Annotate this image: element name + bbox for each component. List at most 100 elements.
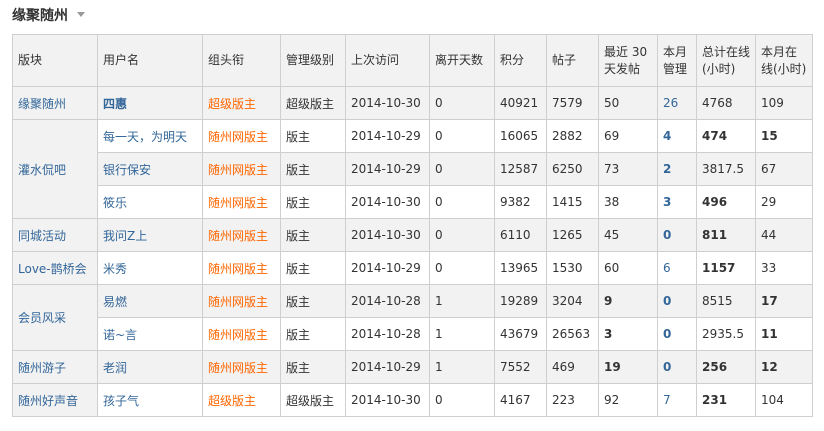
username-link[interactable]: 每一天，为明天 [103,130,187,144]
group-cell: 随州网版主 [202,350,281,384]
group-link[interactable]: 超级版主 [208,394,256,408]
username-link[interactable]: 孩子气 [103,394,139,408]
level-cell: 版主 [280,152,346,186]
points-cell: 4167 [494,383,547,417]
username-link[interactable]: 米秀 [103,262,127,276]
recent30-cell: 19 [598,350,658,384]
last-visit-cell: 2014-10-28 [345,317,430,351]
col-header-posts: 帖子 [546,34,599,87]
table-row: 随州游子 老润 随州网版主 版主 2014-10-29 1 7552 469 1… [12,350,813,384]
total-online-cell: 8515 [696,284,756,318]
username-link[interactable]: 老润 [103,361,127,375]
group-link[interactable]: 随州网版主 [208,196,268,210]
group-link[interactable]: 超级版主 [208,97,256,111]
board-link[interactable]: 会员风采 [18,311,66,325]
col-header-group: 组头衔 [202,34,281,87]
group-cell: 随州网版主 [202,152,281,186]
table-row: 银行保安 随州网版主 版主 2014-10-29 0 12587 6250 73… [13,152,813,186]
col-header-board: 版块 [12,34,98,87]
table-row: 会员风采 易燃 随州网版主 版主 2014-10-28 1 19289 3204… [12,284,813,351]
username-link[interactable]: 银行保安 [103,163,151,177]
board-link[interactable]: Love-鹊桥会 [18,262,87,276]
board-link[interactable]: 缘聚随州 [18,97,66,111]
board-link[interactable]: 随州好声音 [18,394,78,408]
username-link[interactable]: 诺~言 [103,328,137,342]
recent30-cell: 38 [598,185,658,219]
caret-down-icon[interactable] [77,12,85,17]
recent30-cell: 73 [598,152,658,186]
total-online-cell: 474 [696,119,756,153]
month-admin-cell: 0 [657,350,697,384]
level-cell: 版主 [280,284,346,318]
days-away-cell: 0 [429,218,495,252]
days-away-cell: 0 [429,119,495,153]
month-online-cell: 109 [755,86,813,120]
level-cell: 版主 [280,317,346,351]
username-link[interactable]: 我问Z上 [103,229,147,243]
month-online-cell: 104 [755,383,813,417]
last-visit-cell: 2014-10-30 [345,218,430,252]
board-cell: 缘聚随州 [12,86,98,120]
days-away-cell: 0 [429,152,495,186]
board-link[interactable]: 随州游子 [18,361,66,375]
posts-cell: 469 [546,350,599,384]
month-admin-cell: 0 [657,218,697,252]
month-admin-cell: 4 [657,119,697,153]
level-cell: 版主 [280,185,346,219]
col-header-recent30: 最近 30 天发帖 [598,34,658,87]
col-header-total-online: 总计在线(小时) [696,34,756,87]
points-cell: 13965 [494,251,547,285]
total-online-cell: 231 [696,383,756,417]
level-cell: 超级版主 [280,383,346,417]
last-visit-cell: 2014-10-29 [345,152,430,186]
last-visit-cell: 2014-10-28 [345,284,430,318]
last-visit-cell: 2014-10-29 [345,350,430,384]
board-cell: 随州游子 [12,350,98,384]
group-link[interactable]: 随州网版主 [208,229,268,243]
posts-cell: 7579 [546,86,599,120]
posts-cell: 2882 [546,119,599,153]
total-online-cell: 496 [696,185,756,219]
group-cell: 超级版主 [202,383,281,417]
points-cell: 6110 [494,218,547,252]
group-link[interactable]: 随州网版主 [208,328,268,342]
recent30-cell: 9 [598,284,658,318]
recent30-cell: 3 [598,317,658,351]
board-link[interactable]: 灌水侃吧 [18,163,66,177]
username-link[interactable]: 易燃 [103,295,127,309]
days-away-cell: 0 [429,185,495,219]
username-cell: 老润 [97,350,203,384]
days-away-cell: 1 [429,317,495,351]
username-link[interactable]: 四惠 [103,97,127,111]
points-cell: 19289 [494,284,547,318]
days-away-cell: 1 [429,284,495,318]
total-online-cell: 3817.5 [696,152,756,186]
group-link[interactable]: 随州网版主 [208,295,268,309]
col-header-username: 用户名 [97,34,203,87]
username-link[interactable]: 筱乐 [103,196,127,210]
board-cell: 随州好声音 [12,383,98,417]
days-away-cell: 1 [429,350,495,384]
board-link[interactable]: 同城活动 [18,229,66,243]
table-row: 随州好声音 孩子气 超级版主 超级版主 2014-10-30 0 4167 22… [12,383,813,417]
points-cell: 12587 [494,152,547,186]
group-cell: 随州网版主 [202,185,281,219]
posts-cell: 1530 [546,251,599,285]
last-visit-cell: 2014-10-29 [345,119,430,153]
posts-cell: 1415 [546,185,599,219]
group-cell: 超级版主 [202,86,281,120]
group-link[interactable]: 随州网版主 [208,262,268,276]
section-title[interactable]: 缘聚随州 [12,5,68,25]
recent30-cell: 45 [598,218,658,252]
group-link[interactable]: 随州网版主 [208,130,268,144]
group-cell: 随州网版主 [202,218,281,252]
group-link[interactable]: 随州网版主 [208,163,268,177]
username-cell: 四惠 [97,86,203,120]
username-cell: 筱乐 [97,185,203,219]
days-away-cell: 0 [429,383,495,417]
board-cell: Love-鹊桥会 [12,251,98,285]
group-link[interactable]: 随州网版主 [208,361,268,375]
days-away-cell: 0 [429,251,495,285]
group-cell: 随州网版主 [202,317,281,351]
month-online-cell: 12 [755,350,813,384]
